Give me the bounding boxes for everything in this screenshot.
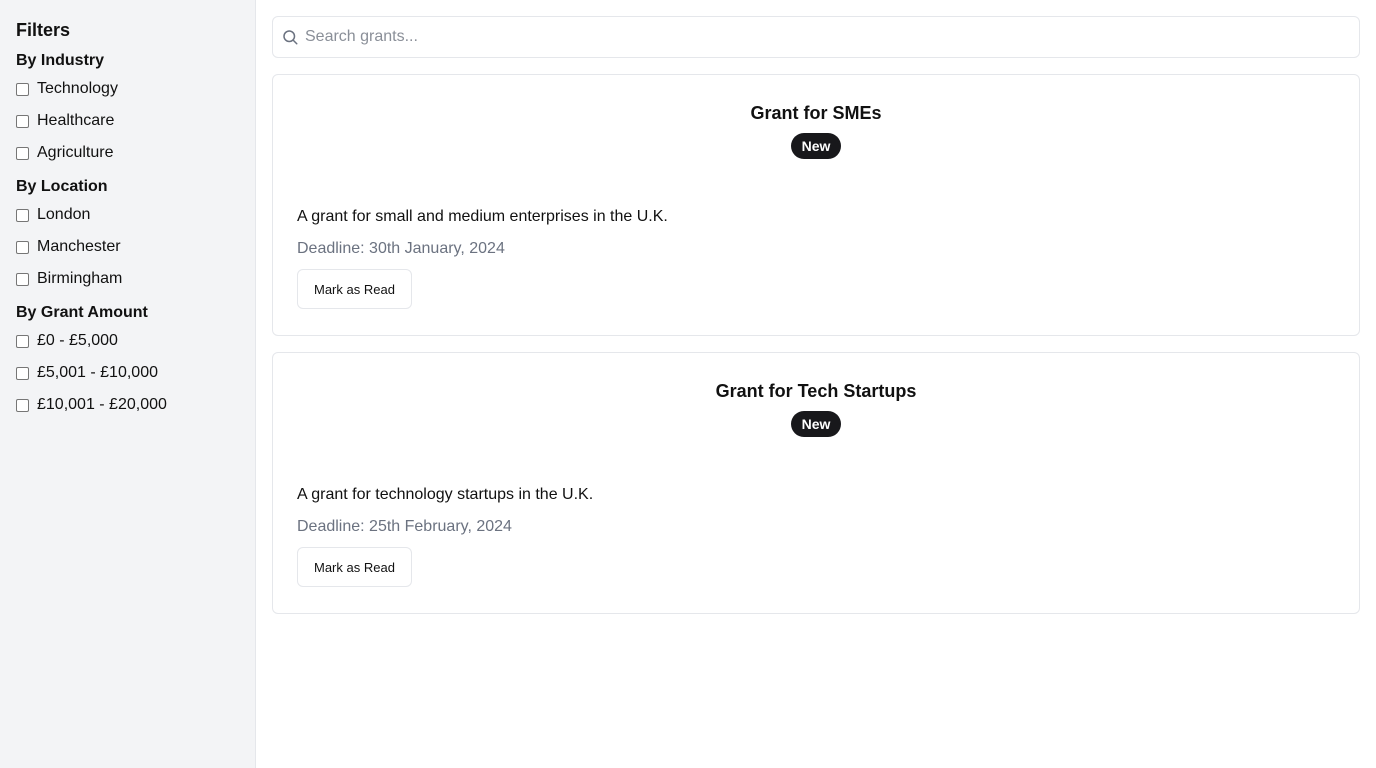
grant-title: Grant for Tech Startups <box>715 381 917 401</box>
filter-option-label: Birmingham <box>37 270 123 287</box>
checkbox[interactable] <box>16 366 29 380</box>
filter-heading: By Industry <box>16 52 105 69</box>
filter-option-technology[interactable]: Technology <box>16 73 239 105</box>
grant-deadline: Deadline: 30th January, 2024 <box>297 240 505 257</box>
mark-as-read-button[interactable]: Mark as Read <box>297 547 412 587</box>
checkbox[interactable] <box>16 272 29 286</box>
grants-main: Grant for SMEs New A grant for small and… <box>256 0 1376 768</box>
grant-description: A grant for small and medium enterprises… <box>297 208 668 225</box>
checkbox[interactable] <box>16 146 29 160</box>
search-icon <box>283 30 298 45</box>
new-badge: New <box>790 411 842 437</box>
app-root: Filters By Industry Technology Healthcar… <box>0 0 1376 768</box>
filter-option-amount-0-5000[interactable]: £0 - £5,000 <box>16 325 239 357</box>
filter-option-label: Agriculture <box>37 144 114 161</box>
filter-option-label: Manchester <box>37 238 121 255</box>
filters-sidebar: Filters By Industry Technology Healthcar… <box>0 0 256 768</box>
checkbox[interactable] <box>16 114 29 128</box>
filter-option-manchester[interactable]: Manchester <box>16 231 239 263</box>
filter-group-grant-amount: By Grant Amount £0 - £5,000 £5,001 - £10… <box>16 303 239 421</box>
filter-group-industry: By Industry Technology Healthcare Agricu… <box>16 51 239 169</box>
grant-card: Grant for Tech Startups New A grant for … <box>272 352 1360 614</box>
filter-option-label: £5,001 - £10,000 <box>37 364 158 381</box>
grant-card: Grant for SMEs New A grant for small and… <box>272 74 1360 336</box>
search-input[interactable] <box>305 28 1347 46</box>
filter-option-label: Healthcare <box>37 112 115 129</box>
filter-option-agriculture[interactable]: Agriculture <box>16 137 239 169</box>
filter-option-london[interactable]: London <box>16 199 239 231</box>
checkbox[interactable] <box>16 398 29 412</box>
filter-option-label: Technology <box>37 80 118 97</box>
filter-option-label: London <box>37 206 91 223</box>
search-box[interactable] <box>272 16 1360 58</box>
grant-card-header: Grant for SMEs New <box>297 101 1335 159</box>
grant-card-header: Grant for Tech Startups New <box>297 379 1335 437</box>
filter-heading: By Location <box>16 178 108 195</box>
grant-title: Grant for SMEs <box>750 103 882 123</box>
filter-option-amount-5001-10000[interactable]: £5,001 - £10,000 <box>16 357 239 389</box>
grant-card-body: A grant for technology startups in the U… <box>297 485 1335 587</box>
checkbox[interactable] <box>16 334 29 348</box>
checkbox[interactable] <box>16 208 29 222</box>
sidebar-title: Filters <box>16 20 71 40</box>
filter-option-label: £0 - £5,000 <box>37 332 118 349</box>
filter-option-amount-10001-20000[interactable]: £10,001 - £20,000 <box>16 389 239 421</box>
filter-option-label: £10,001 - £20,000 <box>37 396 167 413</box>
filter-option-birmingham[interactable]: Birmingham <box>16 263 239 295</box>
grant-description: A grant for technology startups in the U… <box>297 486 594 503</box>
new-badge: New <box>790 133 842 159</box>
grant-card-body: A grant for small and medium enterprises… <box>297 207 1335 309</box>
checkbox[interactable] <box>16 240 29 254</box>
checkbox[interactable] <box>16 82 29 96</box>
grant-deadline: Deadline: 25th February, 2024 <box>297 518 512 535</box>
filter-group-location: By Location London Manchester Birmingham <box>16 177 239 295</box>
filter-option-healthcare[interactable]: Healthcare <box>16 105 239 137</box>
mark-as-read-button[interactable]: Mark as Read <box>297 269 412 309</box>
filter-heading: By Grant Amount <box>16 304 148 321</box>
